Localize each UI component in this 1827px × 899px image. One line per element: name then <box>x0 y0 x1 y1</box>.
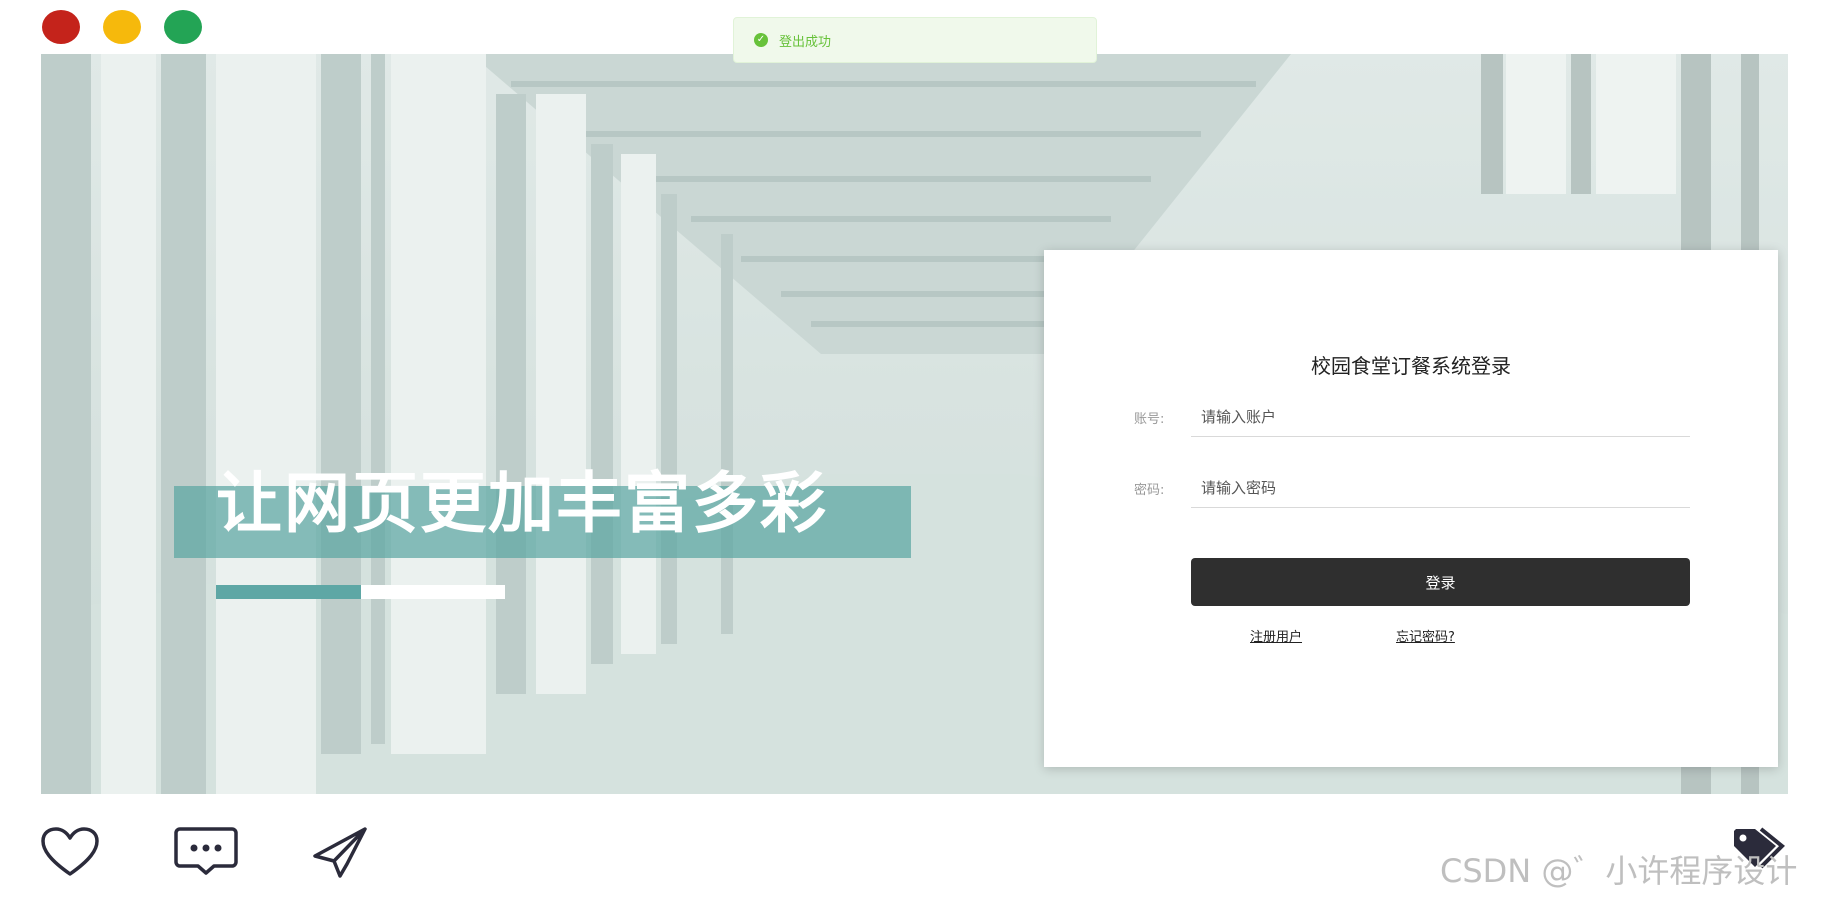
forgot-password-link[interactable]: 忘记密码? <box>1396 626 1455 645</box>
account-input[interactable] <box>1191 397 1690 437</box>
login-button[interactable]: 登录 <box>1191 558 1690 606</box>
logout-success-toast: ✓ 登出成功 <box>733 17 1097 63</box>
hero-slogan: 让网页更加丰富多彩 <box>216 465 828 542</box>
maximize-window-dot[interactable] <box>164 10 202 44</box>
heart-icon[interactable] <box>40 826 100 878</box>
password-label: 密码: <box>1134 483 1165 498</box>
check-circle-icon: ✓ <box>754 33 768 47</box>
minimize-window-dot[interactable] <box>103 10 141 44</box>
toast-message: 登出成功 <box>779 34 832 50</box>
close-window-dot[interactable] <box>42 10 80 44</box>
slogan-progress-bar <box>216 585 505 599</box>
register-link[interactable]: 注册用户 <box>1250 626 1302 645</box>
send-icon[interactable] <box>312 826 368 878</box>
password-input[interactable] <box>1191 468 1690 508</box>
watermark: CSDN @゛小许程序设计 <box>1440 852 1798 890</box>
account-label: 账号: <box>1134 412 1165 427</box>
login-title: 校园食堂订餐系统登录 <box>1311 354 1511 378</box>
hero-background: 让网页更加丰富多彩 校园食堂订餐系统登录 账号: 密码: 登录 注册用户 忘记密… <box>41 54 1788 794</box>
slogan-progress-fill <box>216 585 361 599</box>
comment-icon[interactable] <box>174 826 238 876</box>
login-card: 校园食堂订餐系统登录 账号: 密码: 登录 注册用户 忘记密码? <box>1044 250 1778 767</box>
